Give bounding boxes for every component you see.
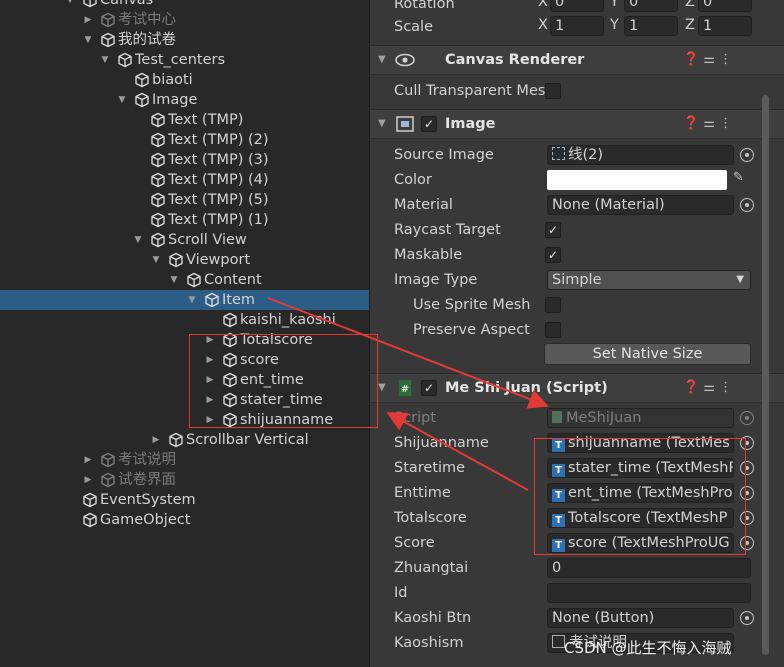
- annotation-arrow-fields: [386, 412, 529, 491]
- watermark: CSDN @此生不悔入海贼: [564, 639, 732, 657]
- annotation-arrows: [267, 297, 549, 491]
- annotation-arrow-item: [267, 297, 549, 409]
